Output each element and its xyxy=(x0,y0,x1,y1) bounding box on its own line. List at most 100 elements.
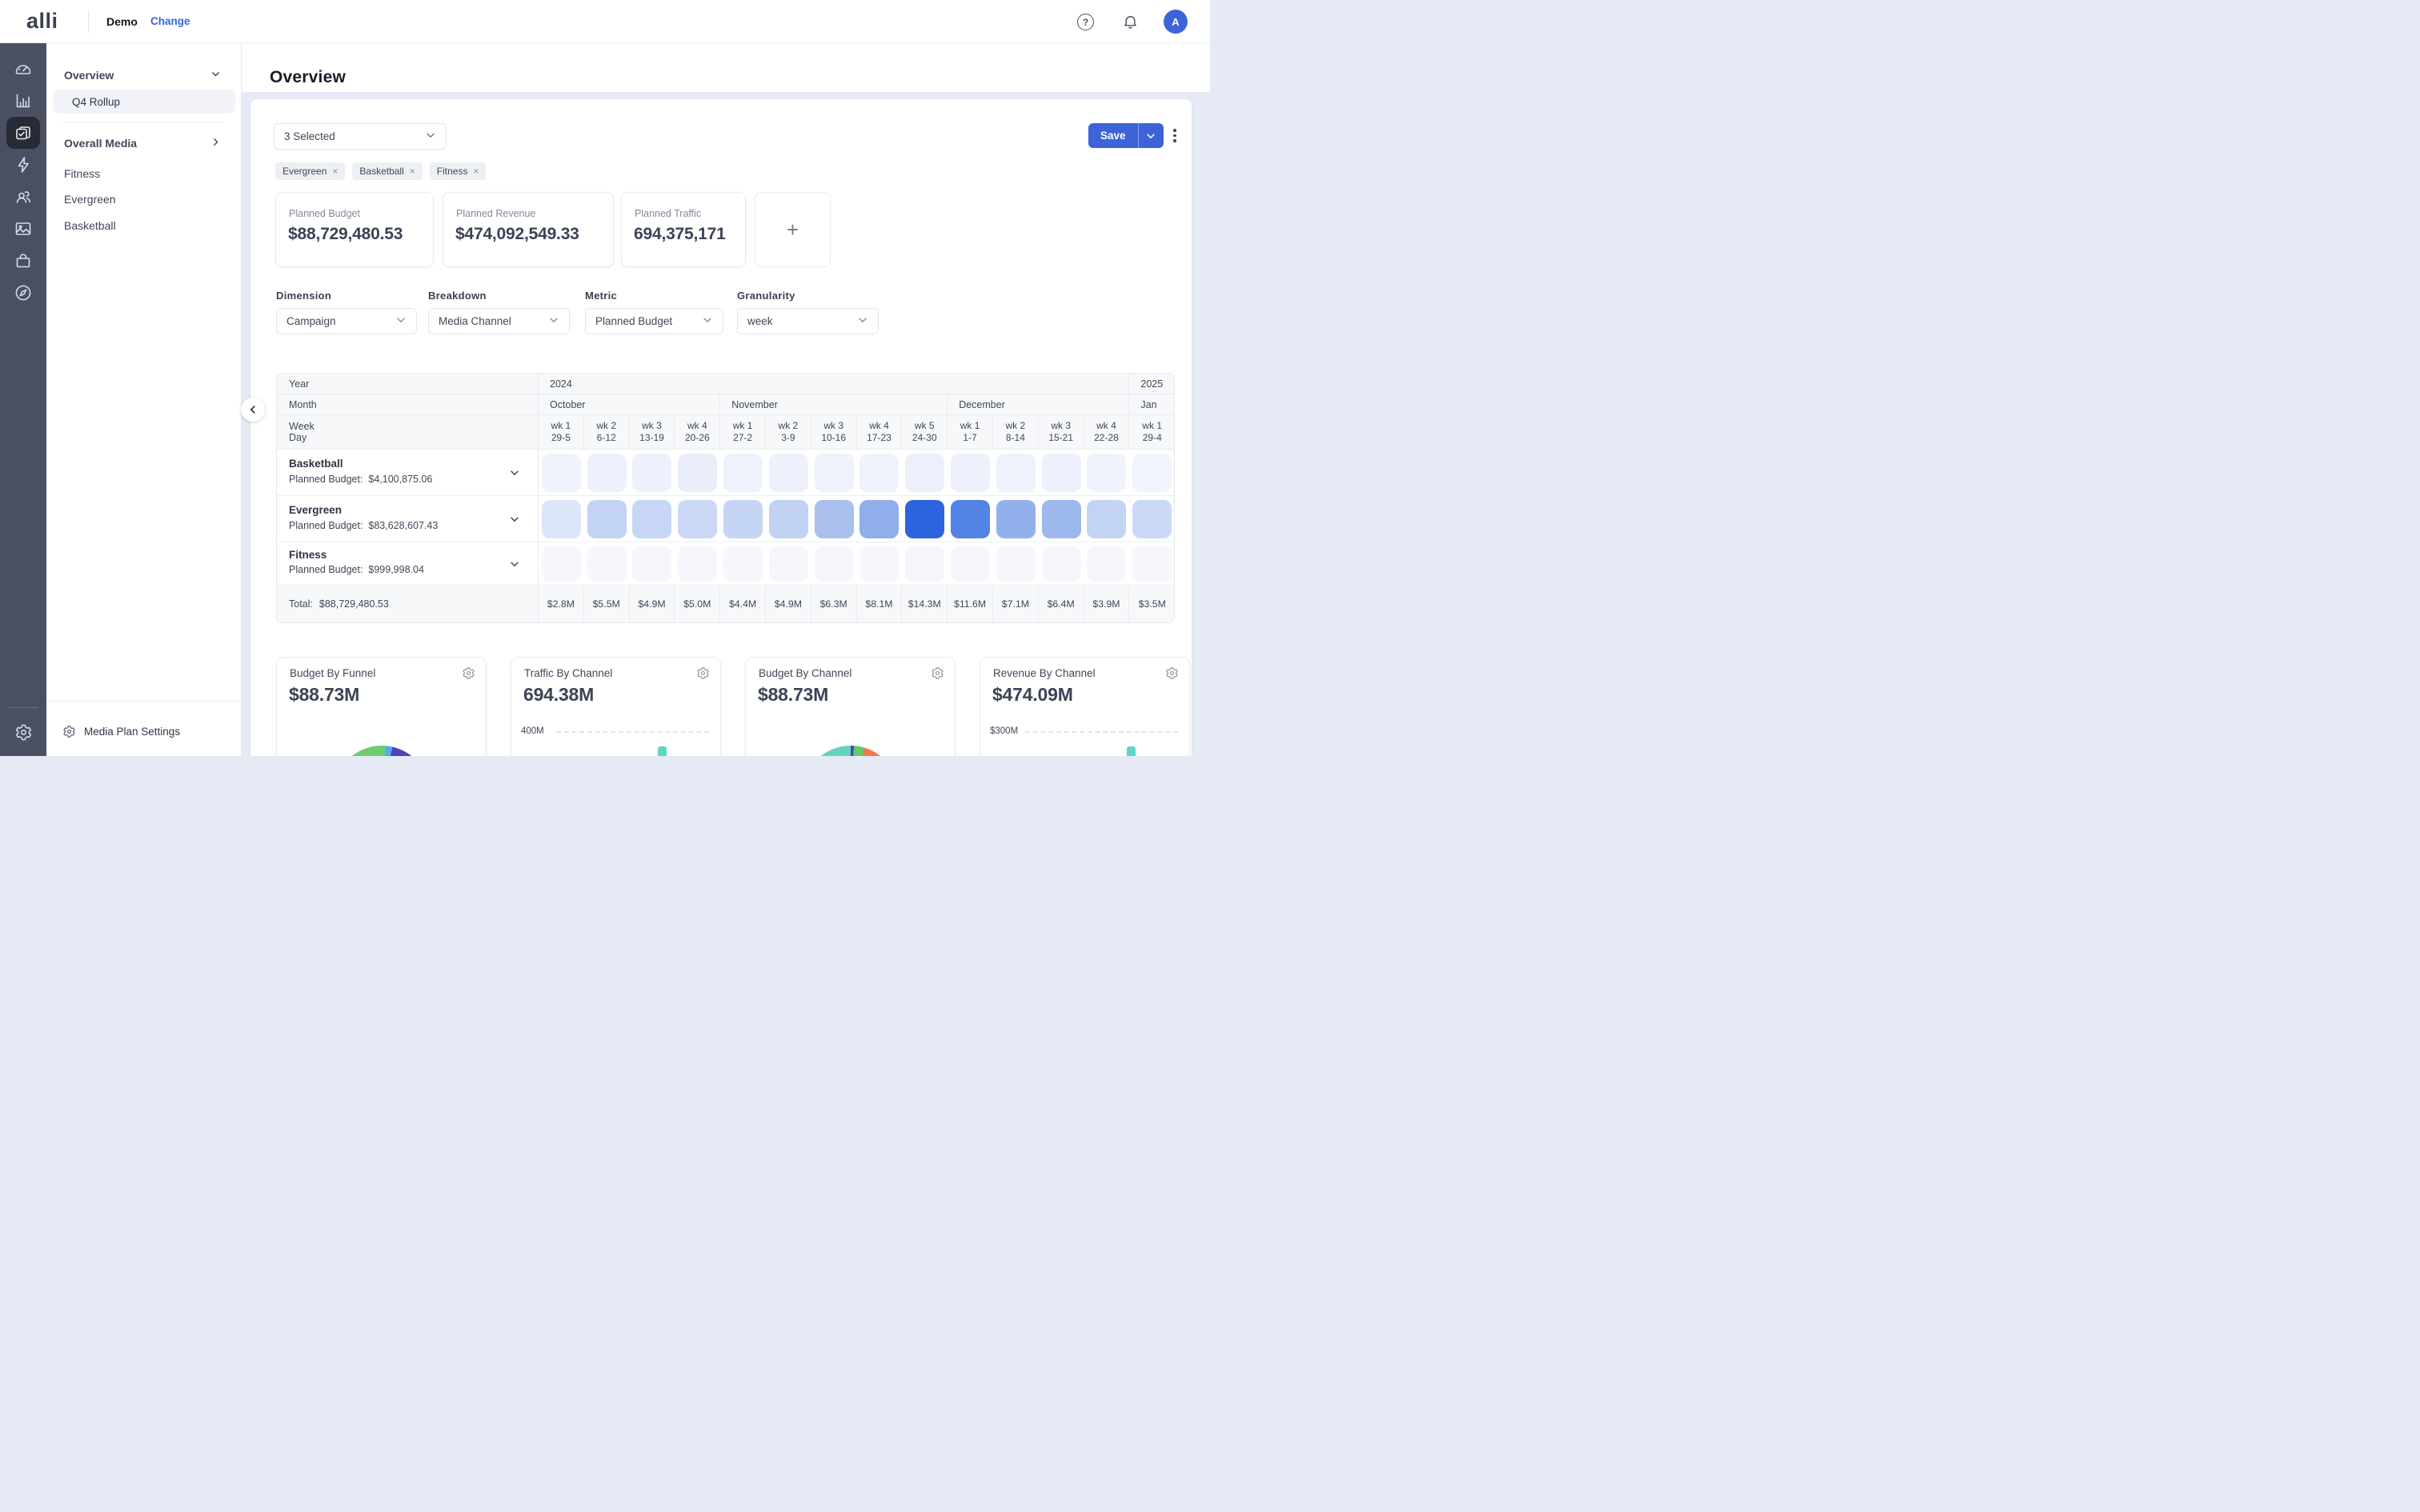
heatmap-cell[interactable] xyxy=(1087,454,1126,492)
heatmap-cell[interactable] xyxy=(905,500,944,538)
creative-image-icon[interactable] xyxy=(0,213,46,245)
heatmap-cell[interactable] xyxy=(1042,454,1081,492)
remove-tag-icon[interactable]: × xyxy=(410,166,415,177)
gear-icon[interactable] xyxy=(1165,666,1179,684)
campaign-budget: Planned Budget: $4,100,875.06 xyxy=(289,474,432,485)
help-icon[interactable]: ? xyxy=(1077,14,1094,30)
week-row-label: WeekDay xyxy=(277,415,539,449)
heatmap-cell[interactable] xyxy=(996,500,1036,538)
campaign-name: Evergreen xyxy=(289,504,342,516)
heatmap-cell[interactable] xyxy=(996,546,1036,582)
chart-title: Traffic By Channel xyxy=(524,667,612,679)
heatmap-cell[interactable] xyxy=(815,500,854,538)
heatmap-cell[interactable] xyxy=(678,546,717,582)
expand-row-icon[interactable] xyxy=(509,514,520,529)
remove-tag-icon[interactable]: × xyxy=(332,166,338,177)
heatmap-cell[interactable] xyxy=(723,454,763,492)
heatmap-cell[interactable] xyxy=(542,546,581,582)
campaign-tag[interactable]: Fitness× xyxy=(430,162,487,180)
heatmap-cell[interactable] xyxy=(542,500,581,538)
heatmap-cell[interactable] xyxy=(723,546,763,582)
sidebar-item-overall-media[interactable]: Overall Media xyxy=(46,132,242,154)
bell-icon[interactable] xyxy=(1122,13,1139,34)
sidebar-item-fitness[interactable]: Fitness xyxy=(46,162,242,185)
filter-select-breakdown[interactable]: Media Channel xyxy=(428,308,570,334)
heatmap-cell[interactable] xyxy=(951,454,990,492)
heatmap-cell[interactable] xyxy=(632,454,671,492)
week-number: wk 1 xyxy=(551,420,571,432)
heatmap-cell[interactable] xyxy=(905,546,944,582)
table-row: BasketballPlanned Budget: $4,100,875.06 xyxy=(277,450,1174,496)
automation-bolt-icon[interactable] xyxy=(0,149,46,181)
change-workspace-link[interactable]: Change xyxy=(150,15,190,27)
campaign-multiselect[interactable]: 3 Selected xyxy=(274,123,447,150)
remove-tag-icon[interactable]: × xyxy=(473,166,479,177)
heatmap-cell[interactable] xyxy=(859,500,899,538)
heatmap-cell[interactable] xyxy=(1042,500,1081,538)
gear-icon[interactable] xyxy=(696,666,710,684)
media-plan-settings-button[interactable]: Media Plan Settings xyxy=(46,719,242,743)
discover-compass-icon[interactable] xyxy=(0,277,46,309)
sidebar-item-basketball[interactable]: Basketball xyxy=(46,214,242,237)
heatmap-cell[interactable] xyxy=(1132,546,1172,582)
heatmap-cell[interactable] xyxy=(996,454,1036,492)
avatar[interactable]: A xyxy=(1164,10,1188,34)
heatmap-cell[interactable] xyxy=(632,500,671,538)
heatmap-cell[interactable] xyxy=(859,454,899,492)
heatmap-cell[interactable] xyxy=(1042,546,1081,582)
sidebar-item-q4-rollup-label: Q4 Rollup xyxy=(72,96,120,108)
filter-select-granularity[interactable]: week xyxy=(737,308,879,334)
sidebar-item-evergreen[interactable]: Evergreen xyxy=(46,188,242,210)
heatmap-cell[interactable] xyxy=(815,454,854,492)
heatmap-cell[interactable] xyxy=(587,454,627,492)
campaign-budget: Planned Budget: $83,628,607.43 xyxy=(289,520,438,531)
heatmap-cell-slot xyxy=(948,450,993,495)
settings-gear-icon[interactable] xyxy=(0,716,46,748)
sidebar-item-overview[interactable]: Overview xyxy=(46,64,242,86)
heatmap-cell[interactable] xyxy=(769,454,808,492)
week-header-cell: wk 127-2 xyxy=(720,415,766,449)
week-days: 8-14 xyxy=(1006,432,1025,444)
analytics-chart-icon[interactable] xyxy=(0,85,46,117)
audiences-people-icon[interactable] xyxy=(0,181,46,213)
heatmap-cell[interactable] xyxy=(632,546,671,582)
campaign-tag[interactable]: Basketball× xyxy=(352,162,422,180)
save-options-button[interactable] xyxy=(1138,123,1164,148)
sidebar-collapse-button[interactable] xyxy=(241,398,265,422)
heatmap-cell[interactable] xyxy=(951,546,990,582)
media-plan-clipboard-icon[interactable] xyxy=(0,117,46,149)
stat-card-value: $474,092,549.33 xyxy=(455,225,579,244)
heatmap-cell[interactable] xyxy=(587,500,627,538)
heatmap-cell[interactable] xyxy=(1087,500,1126,538)
heatmap-cell[interactable] xyxy=(1132,500,1172,538)
heatmap-cell[interactable] xyxy=(678,500,717,538)
day-label: Day xyxy=(289,432,538,443)
heatmap-cell[interactable] xyxy=(678,454,717,492)
heatmap-cell[interactable] xyxy=(859,546,899,582)
filter-select-metric[interactable]: Planned Budget xyxy=(585,308,723,334)
sidebar-item-q4-rollup[interactable]: Q4 Rollup xyxy=(53,90,235,114)
heatmap-cell[interactable] xyxy=(905,454,944,492)
heatmap-cell[interactable] xyxy=(587,546,627,582)
heatmap-cell[interactable] xyxy=(723,500,763,538)
expand-row-icon[interactable] xyxy=(509,467,520,482)
heatmap-cell[interactable] xyxy=(769,546,808,582)
save-button[interactable]: Save xyxy=(1088,123,1138,148)
expand-row-icon[interactable] xyxy=(509,558,520,574)
more-options-icon[interactable] xyxy=(1168,123,1182,148)
gear-icon[interactable] xyxy=(462,666,475,684)
heatmap-cell[interactable] xyxy=(1132,454,1172,492)
commerce-bag-icon[interactable] xyxy=(0,245,46,277)
gear-icon[interactable] xyxy=(931,666,944,684)
heatmap-cell[interactable] xyxy=(769,500,808,538)
heatmap-cell[interactable] xyxy=(1087,546,1126,582)
heatmap-cell[interactable] xyxy=(951,500,990,538)
week-number: wk 2 xyxy=(779,420,799,432)
campaign-tag[interactable]: Evergreen× xyxy=(275,162,345,180)
heatmap-cell[interactable] xyxy=(815,546,854,582)
filter-select-dimension[interactable]: Campaign xyxy=(276,308,417,334)
save-split-button[interactable]: Save xyxy=(1088,123,1164,148)
dashboard-gauge-icon[interactable] xyxy=(0,53,46,85)
add-metric-card-button[interactable]: + xyxy=(755,192,831,267)
heatmap-cell[interactable] xyxy=(542,454,581,492)
